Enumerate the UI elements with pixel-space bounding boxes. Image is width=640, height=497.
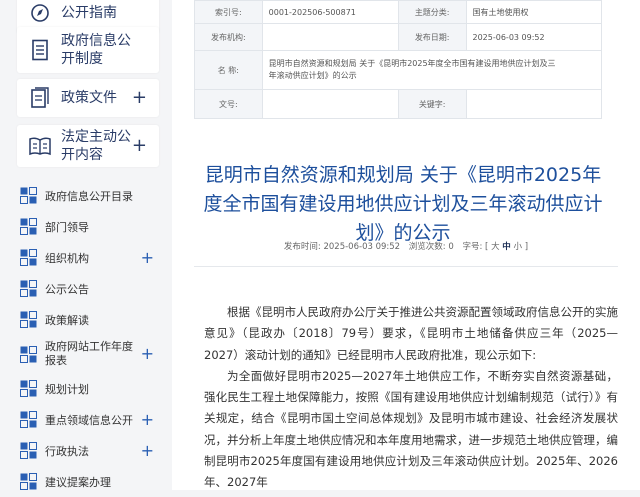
article-paragraph: 根据《昆明市人民政府办公厅关于推进公共资源配置领域政府信息公开的实施意见》（昆政… [204,305,618,362]
metadata-table: 索引号: 0001-202506-500871 主题分类: 国有土地使用权 发布… [194,0,603,119]
main-content: 索引号: 0001-202506-500871 主题分类: 国有土地使用权 发布… [172,0,640,490]
sidebar-item-policy-files[interactable]: 政策文件 + [17,79,159,117]
plus-icon[interactable]: + [132,89,147,107]
grid-icon [20,280,37,297]
meta-docno-label: 文号: [194,89,263,119]
plus-icon[interactable]: + [141,411,154,428]
sidebar-subitem-label: 行政执法 [45,444,89,458]
sidebar-subitem-leaders[interactable]: 部门领导 [20,211,160,242]
meta-name-value: 昆明市自然资源和规划局 关于《昆明市2025年度全市国有建设用地供应计划及三年滚… [261,50,603,90]
meta-docno-value [261,89,399,119]
sidebar-subitem-label: 建议提案办理 [45,475,111,489]
sidebar-item-statutory-disclosure[interactable]: 法定主动公开内容 + [17,125,159,167]
article-body: 根据《昆明市人民政府办公厅关于推进公共资源配置领域政府信息公开的实施意见》（昆政… [204,302,618,494]
article-paragraph: 为全面做好昆明市2025—2027年土地供应工作，不断夯实自然资源基础，强化民生… [204,368,618,490]
book-icon [29,135,51,157]
document-icon [29,39,51,61]
meta-name-label: 名 称: [194,50,263,90]
sidebar-subitem-annual-report[interactable]: 政府网站工作年度报表 + [20,335,160,373]
grid-icon [20,187,37,204]
sidebar-subitem-interpretation[interactable]: 政策解读 [20,304,160,335]
sidebar-subitem-label: 政府网站工作年度报表 [45,340,133,367]
grid-icon [20,473,37,490]
font-size-small-link[interactable]: 小 [514,242,523,252]
grid-icon [20,249,37,266]
sidebar-subitem-label: 规划计划 [45,382,89,396]
meta-keywords-label: 关键字: [397,89,467,119]
font-size-bracket: ] [524,242,529,252]
plus-icon[interactable]: + [141,249,154,266]
meta-category-value: 国有土地使用权 [465,0,602,24]
meta-index-value: 0001-202506-500871 [261,0,399,24]
sidebar-subitem-label: 组织机构 [45,251,89,265]
sidebar-item-label: 公开指南 [61,5,117,21]
files-icon [29,87,51,109]
view-count: 浏览次数: 0 [408,242,454,252]
meta-keywords-value [465,89,602,119]
sidebar-sub-list: 政府信息公开目录 部门领导 组织机构 + 公示公告 政策解读 政府网站工作年度报… [20,180,160,497]
sidebar-subitem-enforcement[interactable]: 行政执法 + [20,435,160,466]
divider [194,266,618,267]
publish-time: 发布时间: 2025-06-03 09:52 [283,242,401,252]
grid-icon [20,411,37,428]
sidebar-subitem-label: 政策解读 [45,313,89,327]
grid-icon [20,442,37,459]
meta-date-label: 发布日期: [397,23,467,51]
meta-publisher-label: 发布机构: [194,23,263,51]
sidebar-subitem-planning[interactable]: 规划计划 [20,373,160,404]
font-size-large-link[interactable]: 大 [491,242,500,252]
font-size-label: 字号: [ [462,242,489,252]
meta-publisher-value [261,23,399,51]
sidebar-subitem-proposals[interactable]: 建议提案办理 [20,466,160,497]
sidebar-subitem-label: 公示公告 [45,282,89,296]
sidebar-subitem-organization[interactable]: 组织机构 + [20,242,160,273]
sidebar: 公开指南 政府信息公开制度 政策文件 + 法定主动公开内容 + 政府信息公开目录… [0,0,172,490]
guide-icon [29,2,51,24]
grid-icon [20,380,37,397]
page-title: 昆明市自然资源和规划局 关于《昆明市2025年度全市国有建设用地供应计划及三年滚… [203,163,603,244]
grid-icon [20,218,37,235]
plus-icon[interactable]: + [132,137,147,155]
sidebar-item-label: 政策文件 [61,90,117,106]
sidebar-subitem-announcements[interactable]: 公示公告 [20,273,160,304]
grid-icon [20,345,37,363]
sidebar-subitem-label: 政府信息公开目录 [45,189,133,203]
plus-icon[interactable]: + [141,346,154,362]
plus-icon[interactable]: + [141,442,154,459]
sidebar-subitem-label: 重点领域信息公开 [45,413,133,427]
font-size-medium-link[interactable]: 中 [502,242,511,252]
meta-date-value: 2025-06-03 09:52 [465,23,602,51]
sidebar-item-info-system[interactable]: 政府信息公开制度 [17,27,159,73]
grid-icon [20,311,37,328]
sidebar-subitem-label: 部门领导 [45,220,89,234]
sidebar-subitem-catalog[interactable]: 政府信息公开目录 [20,180,160,211]
sidebar-item-label: 法定主动公开内容 [61,129,131,163]
sidebar-subitem-key-areas[interactable]: 重点领域信息公开 + [20,404,160,435]
meta-category-label: 主题分类: [397,0,467,24]
meta-index-label: 索引号: [194,0,263,24]
article-info-bar: 发布时间: 2025-06-03 09:52 浏览次数: 0 字号: [ 大 中… [172,240,640,252]
sidebar-item-label: 政府信息公开制度 [61,33,131,67]
